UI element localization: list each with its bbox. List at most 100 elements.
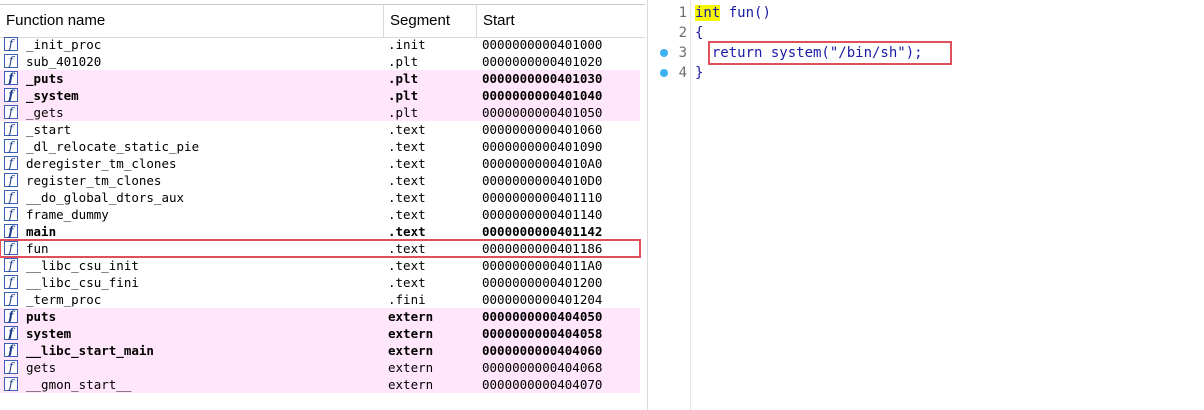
function-segment: .text — [388, 156, 426, 171]
function-icon — [4, 275, 18, 289]
function-name: deregister_tm_clones — [26, 156, 177, 171]
code-rest: fun() — [720, 5, 771, 21]
function-segment: .text — [388, 190, 426, 205]
function-row-libc-start-main[interactable]: __libc_start_main extern 0000000000404060 — [0, 342, 640, 359]
function-icon — [4, 309, 18, 323]
function-segment: extern — [388, 343, 434, 358]
function-row-sub-401020[interactable]: sub_401020 .plt 0000000000401020 — [0, 53, 640, 70]
breakpoint-dot-icon[interactable] — [660, 49, 668, 57]
breakpoint-dot-icon[interactable] — [660, 69, 668, 77]
code-line[interactable]: 2{ — [651, 23, 1204, 43]
line-number: 4 — [678, 65, 687, 81]
function-name: main — [26, 224, 57, 239]
function-start-address: 0000000000401200 — [482, 275, 603, 290]
code-line[interactable]: 1 int fun() — [651, 3, 1204, 23]
function-name: puts — [26, 309, 57, 324]
function-name: _gets — [26, 105, 64, 120]
function-name: frame_dummy — [26, 207, 109, 222]
function-row-main[interactable]: main .text 0000000000401142 — [0, 223, 640, 240]
function-row-system[interactable]: _system .plt 0000000000401040 — [0, 87, 640, 104]
function-start-address: 00000000004011A0 — [482, 258, 603, 273]
function-name: __libc_csu_init — [26, 258, 139, 273]
column-header-segment[interactable]: Segment — [384, 5, 477, 37]
function-name: _system — [26, 88, 79, 103]
function-segment: extern — [388, 377, 434, 392]
function-name: __do_global_dtors_aux — [26, 190, 185, 205]
function-name: sub_401020 — [26, 54, 102, 69]
function-start-address: 0000000000401204 — [482, 292, 603, 307]
function-icon — [4, 360, 18, 374]
function-name: __libc_start_main — [26, 343, 154, 358]
function-icon — [4, 122, 18, 136]
function-start-address: 0000000000401142 — [482, 224, 603, 239]
function-row-libc-csu-fini[interactable]: __libc_csu_fini .text 0000000000401200 — [0, 274, 640, 291]
function-row-system[interactable]: system extern 0000000000404058 — [0, 325, 640, 342]
function-row-frame-dummy[interactable]: frame_dummy .text 0000000000401140 — [0, 206, 640, 223]
function-row-puts[interactable]: puts extern 0000000000404050 — [0, 308, 640, 325]
keyword-highlight: int — [695, 5, 721, 21]
function-start-address: 0000000000401040 — [482, 88, 603, 103]
function-segment: .fini — [388, 292, 426, 307]
function-row-gets[interactable]: gets extern 0000000000404068 — [0, 359, 640, 376]
function-segment: .text — [388, 207, 426, 222]
function-segment: .text — [388, 122, 426, 137]
code-rest: { — [695, 25, 704, 41]
function-row-dl-relocate-static-pie[interactable]: _dl_relocate_static_pie .text 000000000040… — [0, 138, 640, 155]
function-name: fun — [26, 241, 49, 256]
line-number: 3 — [678, 45, 687, 61]
function-icon — [4, 88, 18, 102]
function-icon — [4, 377, 18, 391]
function-row-gets[interactable]: _gets .plt 0000000000401050 — [0, 104, 640, 121]
code-line[interactable]: 4} — [651, 63, 1204, 83]
line-number: 2 — [678, 25, 687, 41]
function-start-address: 00000000004010D0 — [482, 173, 603, 188]
function-name: _init_proc — [26, 37, 102, 52]
function-icon — [4, 343, 18, 357]
function-start-address: 0000000000401000 — [482, 37, 603, 52]
column-header-start[interactable]: Start — [477, 5, 645, 37]
function-start-address: 0000000000404060 — [482, 343, 603, 358]
function-start-address: 0000000000401186 — [482, 241, 603, 256]
function-name: _puts — [26, 71, 64, 86]
function-icon — [4, 326, 18, 340]
function-icon — [4, 241, 18, 255]
function-segment: .text — [388, 173, 426, 188]
function-start-address: 0000000000401110 — [482, 190, 603, 205]
function-name: register_tm_clones — [26, 173, 162, 188]
function-icon — [4, 258, 18, 272]
function-row-start[interactable]: _start .text 0000000000401060 — [0, 121, 640, 138]
function-start-address: 0000000000401050 — [482, 105, 603, 120]
function-icon — [4, 37, 18, 51]
code-text: int fun() — [695, 3, 771, 23]
function-segment: .plt — [388, 54, 419, 69]
function-start-address: 0000000000401140 — [482, 207, 603, 222]
function-segment: .init — [388, 37, 426, 52]
function-icon — [4, 292, 18, 306]
function-segment: .plt — [388, 88, 419, 103]
function-row-register-tm-clones[interactable]: register_tm_clones .text 00000000004010D0 — [0, 172, 640, 189]
line-number: 1 — [678, 5, 687, 21]
function-row-init-proc[interactable]: _init_proc .init 0000000000401000 — [0, 36, 640, 53]
function-start-address: 0000000000401020 — [482, 54, 603, 69]
function-name: __gmon_start__ — [26, 377, 132, 392]
function-segment: .text — [388, 241, 426, 256]
function-row-fun[interactable]: fun .text 0000000000401186 — [0, 239, 641, 258]
function-segment: .text — [388, 258, 426, 273]
code-text: { — [695, 23, 703, 43]
function-icon — [4, 105, 18, 119]
function-row-term-proc[interactable]: _term_proc .fini 0000000000401204 — [0, 291, 640, 308]
function-row-gmon-start--[interactable]: __gmon_start__ extern 0000000000404070 — [0, 376, 640, 393]
function-row-libc-csu-init[interactable]: __libc_csu_init .text 00000000004011A0 — [0, 257, 640, 274]
column-header-function-name[interactable]: Function name — [0, 5, 384, 37]
function-start-address: 00000000004010A0 — [482, 156, 603, 171]
function-row-puts[interactable]: _puts .plt 0000000000401030 — [0, 70, 640, 87]
function-row-deregister-tm-clones[interactable]: deregister_tm_clones .text 00000000004010A… — [0, 155, 640, 172]
code-text: } — [695, 63, 703, 83]
function-segment: .text — [388, 275, 426, 290]
function-row-do-global-dtors-aux[interactable]: __do_global_dtors_aux .text 00000000004011… — [0, 189, 640, 206]
function-name: system — [26, 326, 72, 341]
functions-table-header: Function name Segment Start — [0, 4, 645, 38]
function-icon — [4, 156, 18, 170]
function-segment: .text — [388, 224, 426, 239]
function-icon — [4, 207, 18, 221]
